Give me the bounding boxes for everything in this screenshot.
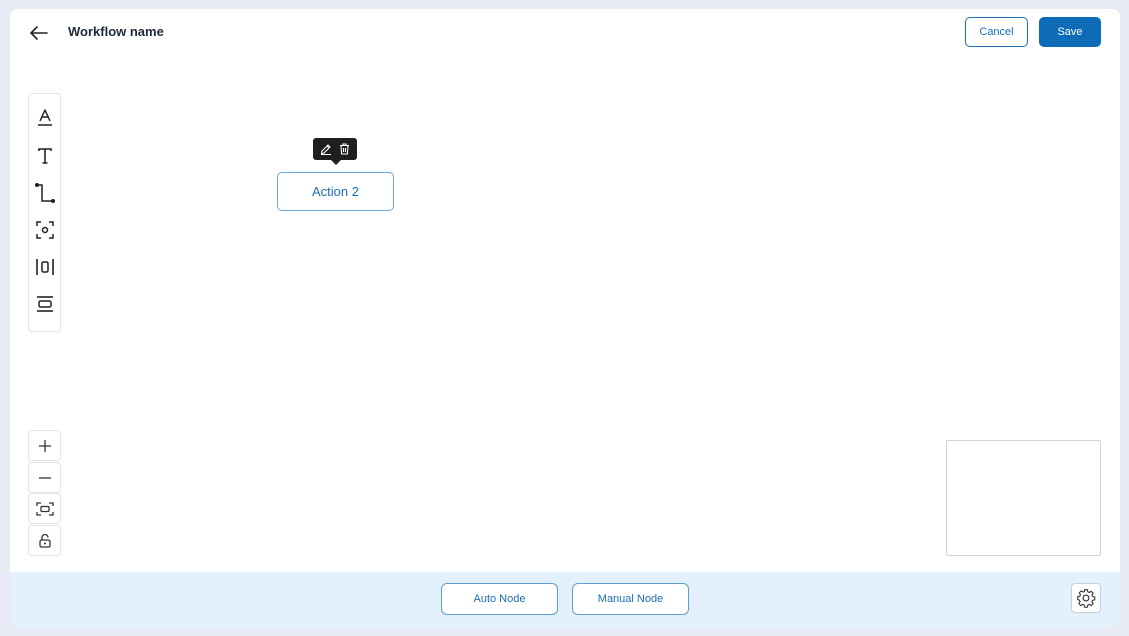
zoom-in-button[interactable]	[28, 430, 61, 461]
edit-icon	[320, 144, 331, 155]
align-horizontal-center-icon	[36, 259, 54, 275]
align-vertical-center-icon	[37, 296, 53, 312]
minimap[interactable]	[946, 440, 1101, 556]
back-button[interactable]	[28, 22, 50, 44]
text-underline-tool[interactable]	[33, 106, 57, 130]
fit-view-button[interactable]	[28, 493, 61, 524]
connector-icon	[35, 183, 55, 203]
lock-icon	[38, 533, 51, 548]
save-button[interactable]: Save	[1039, 17, 1101, 47]
delete-node-button[interactable]	[337, 141, 353, 157]
align-horizontal-tool[interactable]	[33, 255, 57, 279]
footer-bar: Auto Node Manual Node	[10, 572, 1120, 627]
connector-tool[interactable]	[33, 181, 57, 205]
page-title: Workflow name	[68, 24, 164, 39]
header: Workflow name Cancel Save	[10, 9, 1120, 55]
arrow-left-icon	[30, 26, 48, 40]
manual-node-button[interactable]: Manual Node	[572, 583, 689, 615]
text-underline-icon	[38, 109, 52, 126]
trash-icon	[340, 143, 349, 155]
plus-icon	[38, 439, 51, 452]
align-vertical-tool[interactable]	[33, 292, 57, 316]
fit-view-icon	[35, 501, 54, 516]
lock-button[interactable]	[28, 525, 61, 556]
node-toolbar	[313, 138, 357, 165]
workflow-node-action-2[interactable]: Action 2	[277, 172, 394, 211]
tool-palette	[28, 93, 61, 332]
settings-button[interactable]	[1071, 583, 1101, 613]
zoom-out-button[interactable]	[28, 462, 61, 493]
text-tool[interactable]	[33, 144, 57, 168]
workflow-editor: Workflow name Cancel Save Action 2 Auto …	[10, 9, 1120, 627]
gear-icon	[1077, 589, 1096, 608]
text-icon	[38, 148, 52, 164]
auto-node-button[interactable]: Auto Node	[441, 583, 558, 615]
minus-icon	[38, 476, 51, 479]
edit-node-button[interactable]	[318, 141, 334, 157]
focus-tool[interactable]	[33, 218, 57, 242]
focus-icon	[36, 221, 54, 239]
cancel-button[interactable]: Cancel	[965, 17, 1028, 47]
